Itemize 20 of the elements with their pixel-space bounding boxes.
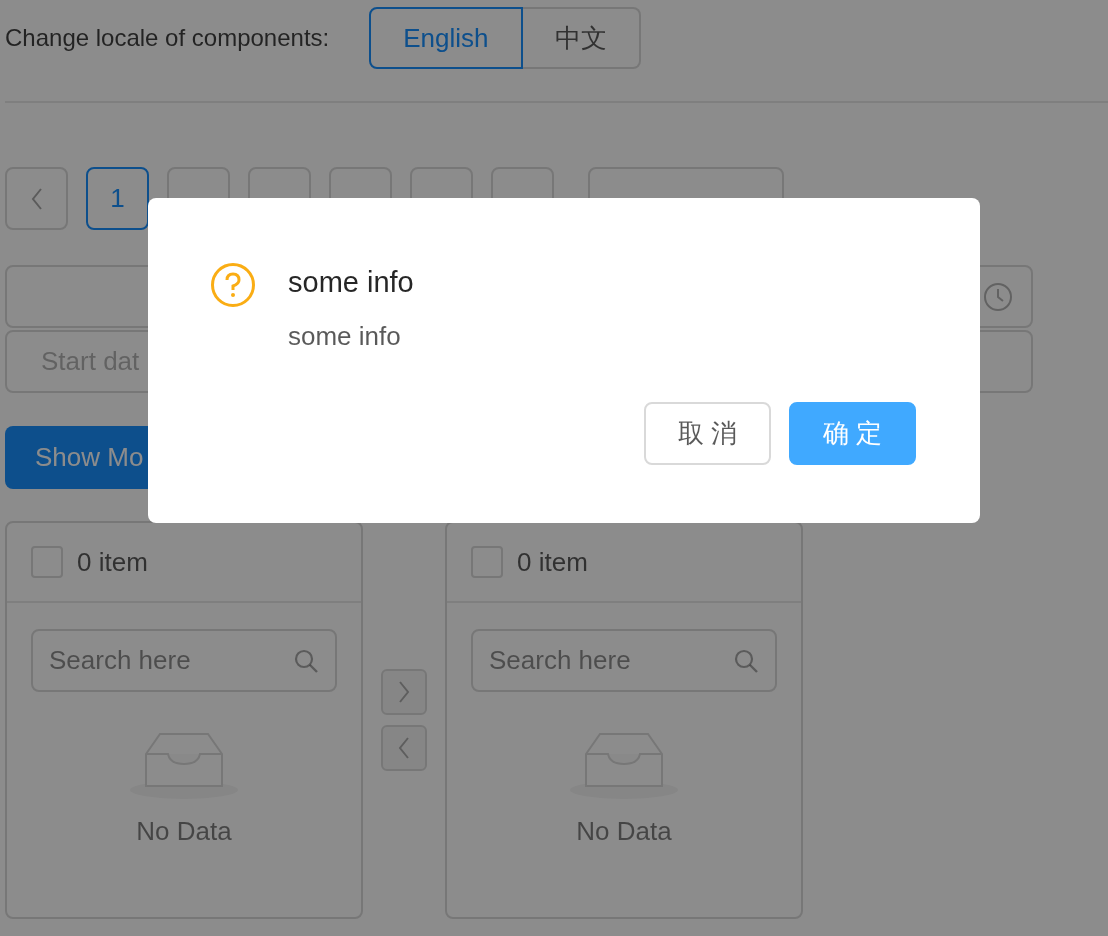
search-field[interactable]: Search here [31, 629, 337, 692]
empty-text: No Data [576, 816, 672, 847]
item-count: 0 item [77, 546, 148, 578]
move-left-button[interactable] [381, 725, 427, 771]
locale-option[interactable]: 中文 [522, 7, 641, 69]
dialog-title: some info [288, 266, 414, 299]
confirm-button[interactable]: 确 定 [789, 402, 916, 465]
item-count: 0 item [517, 546, 588, 578]
search-input[interactable]: Search here [489, 631, 719, 690]
question-icon [210, 262, 256, 308]
move-right-button[interactable] [381, 669, 427, 715]
locale-option[interactable]: English [369, 7, 523, 69]
empty-text: No Data [136, 816, 232, 847]
dialog-message: some info [288, 321, 402, 352]
search-field[interactable]: Search here [471, 629, 777, 692]
previous-page-button[interactable] [5, 167, 68, 230]
page-button[interactable]: 1 [86, 167, 149, 230]
cancel-button[interactable]: 取 消 [644, 402, 771, 465]
locale-label: Change locale of components: [5, 24, 330, 52]
search-input[interactable]: Search here [49, 631, 279, 690]
